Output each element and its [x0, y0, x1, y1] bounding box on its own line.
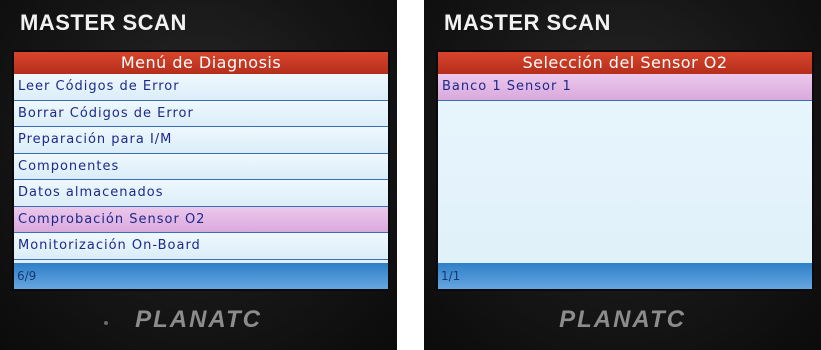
menu-item-erase-codes[interactable]: Borrar Códigos de Error [14, 100, 388, 127]
scanner-device-left: MASTER SCAN Menú de Diagnosis Leer Códig… [0, 0, 397, 350]
menu-item-components[interactable]: Componentes [14, 153, 388, 180]
page-indicator: 1/1 [438, 263, 812, 289]
diagnosis-menu: Leer Códigos de Error Borrar Códigos de … [14, 74, 388, 260]
brand-label: MASTER SCAN [444, 10, 611, 35]
page-indicator: 6/9 [14, 263, 388, 289]
menu-item-stored-data[interactable]: Datos almacenados [14, 180, 388, 207]
menu-item-o2-sensor-test[interactable]: Comprobación Sensor O2 [14, 206, 388, 233]
menu-item-bank1-sensor1[interactable]: Banco 1 Sensor 1 [438, 74, 812, 101]
lcd-screen: Selección del Sensor O2 Banco 1 Sensor 1… [438, 52, 812, 289]
vendor-logo: PLANATC [135, 306, 262, 333]
brand-label: MASTER SCAN [20, 10, 187, 35]
menu-item-onboard-monitoring[interactable]: Monitorización On-Board [14, 233, 388, 260]
menu-item-im-readiness[interactable]: Preparación para I/M [14, 127, 388, 154]
vendor-logo: PLANATC [559, 306, 686, 333]
menu-item-read-codes[interactable]: Leer Códigos de Error [14, 74, 388, 101]
screen-title: Selección del Sensor O2 [438, 52, 812, 74]
scanner-device-right: MASTER SCAN Selección del Sensor O2 Banc… [424, 0, 821, 350]
lcd-screen: Menú de Diagnosis Leer Códigos de Error … [14, 52, 388, 289]
screen-title: Menú de Diagnosis [14, 52, 388, 74]
sensor-select-menu: Banco 1 Sensor 1 [438, 74, 812, 101]
